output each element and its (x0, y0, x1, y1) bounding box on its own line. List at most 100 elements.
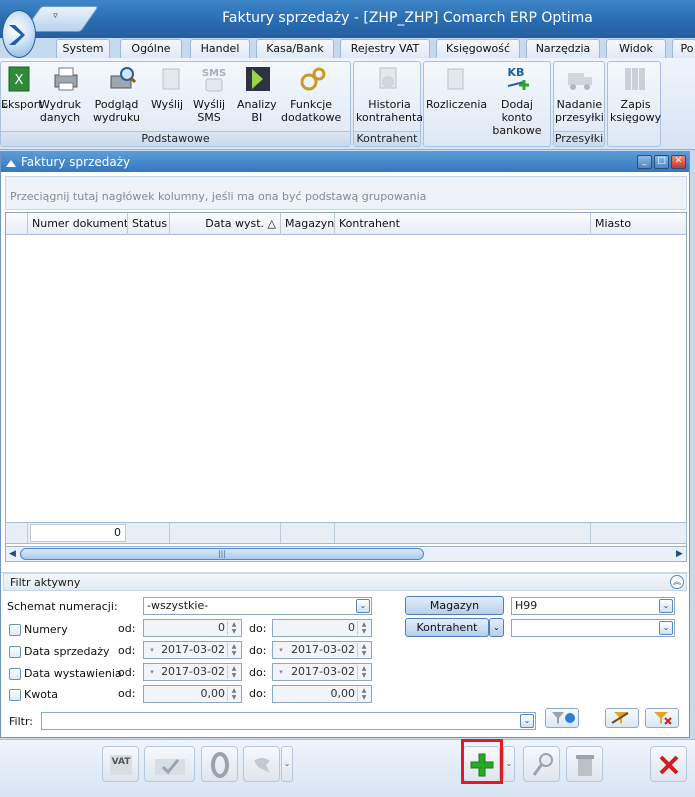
vat-icon: VAT (110, 755, 132, 775)
tab-rejestry-vat[interactable]: Rejestry VAT (340, 39, 430, 58)
filter-builder-button[interactable] (605, 708, 639, 728)
filtr-input[interactable]: ⌄ (41, 712, 536, 730)
kontrahent-dropdown-icon[interactable]: ⌄ (489, 618, 504, 637)
data-wystawienia-checkbox[interactable] (9, 668, 21, 680)
tab-handel[interactable]: Handel (190, 39, 250, 58)
vat-button[interactable]: VAT (102, 746, 139, 782)
close-window-button[interactable]: ✕ (671, 155, 686, 169)
vat-icon-text: VAT (112, 757, 132, 767)
filter-remove-button[interactable] (645, 708, 679, 728)
cycle-button[interactable] (201, 746, 238, 782)
maximize-button[interactable]: □ (654, 155, 669, 169)
analizy-bi-label: Analizy BI (237, 98, 277, 124)
group-label-podstawowe: Podstawowe (1, 131, 350, 146)
tools-button[interactable] (243, 746, 280, 782)
do-label: do: (249, 622, 267, 635)
column-data-wyst[interactable]: Data wyst. △ (170, 213, 281, 235)
data-sprzedazy-checkbox[interactable] (9, 646, 21, 658)
magazyn-select[interactable]: H99 ⌄ (511, 597, 675, 615)
dodaj-konto-button[interactable]: KB Dodaj konto bankowe (484, 64, 550, 137)
app-menu-button[interactable] (2, 10, 36, 58)
grid-summary-row: 0 (5, 522, 687, 544)
historia-kontrahenta-button[interactable]: Historia kontrahenta (356, 64, 423, 132)
filter-clear-button[interactable] (545, 708, 579, 728)
edit-button[interactable] (523, 746, 560, 782)
tab-widok[interactable]: Widok (606, 39, 666, 58)
wyslij-label: Wyślij (151, 98, 184, 111)
calendar-icon: ▾ (279, 646, 283, 654)
horizontal-scrollbar[interactable]: ◀ ||| ▶ (5, 546, 687, 562)
delete-button[interactable] (566, 746, 603, 782)
eksport-button[interactable]: X Eksport ⌄ (1, 64, 43, 132)
send-document-icon (162, 68, 180, 90)
trash-icon (576, 755, 594, 776)
spinner-icon: ▲ ▼ (357, 665, 370, 679)
kontrahent-button[interactable]: Kontrahent (405, 618, 489, 637)
tab-more[interactable]: Po (672, 39, 695, 58)
tab-kasa-bank[interactable]: Kasa/Bank (256, 39, 334, 58)
column-kontrahent[interactable]: Kontrahent (335, 213, 591, 235)
filter-tools-icon (611, 712, 629, 724)
spinner-icon: ▲ ▼ (227, 687, 240, 701)
zapis-ksiegowy-label: Zapis księgowy (610, 98, 662, 124)
kb-icon-text: KB (508, 66, 525, 79)
numery-from-field: 0 ▲ ▼ (143, 619, 242, 637)
magazyn-button[interactable]: Magazyn (405, 596, 504, 615)
calendar-icon: ▾ (279, 668, 283, 676)
od-label: od: (118, 666, 136, 679)
numery-to-value: 0 (348, 621, 355, 634)
magnifier-icon (532, 753, 553, 776)
funkcje-dodatkowe-button[interactable]: Funkcje dodatkowe (281, 64, 345, 132)
wyslij-sms-button[interactable]: SMS Wyślij SMS (193, 64, 235, 132)
close-button[interactable] (650, 746, 687, 782)
chevron-down-icon[interactable]: ⌄ (659, 599, 673, 613)
wrench-icon (254, 758, 270, 773)
column-indicator[interactable] (6, 213, 28, 235)
chevron-down-icon[interactable]: ⌄ (356, 599, 370, 613)
tab-ogolne[interactable]: Ogólne (120, 39, 182, 58)
scroll-left-icon[interactable]: ◀ (6, 548, 19, 560)
numery-checkbox[interactable] (9, 624, 21, 636)
chevron-down-icon: ⌄ (1, 98, 11, 111)
menu-bar: System Ogólne Handel Kasa/Bank Rejestry … (0, 38, 695, 58)
minimize-button[interactable]: _ (637, 155, 652, 169)
approve-button[interactable] (144, 746, 195, 782)
data-sprzedazy-from-value: 2017-03-02 (161, 643, 225, 656)
window-title: Faktury sprzedaży - [ZHP_ZHP] Comarch ER… (222, 10, 593, 26)
column-miasto[interactable]: Miasto (591, 213, 686, 235)
scroll-right-icon[interactable]: ▶ (673, 548, 686, 560)
nadanie-przesylki-button[interactable]: Nadanie przesyłki (555, 64, 605, 132)
wydruk-danych-button[interactable]: Wydruk danych (39, 64, 93, 132)
collapse-up-icon[interactable]: ︽ (670, 575, 684, 589)
chevron-down-icon[interactable]: ⌄ (659, 621, 673, 635)
kontrahent-select[interactable]: ⌄ (511, 619, 675, 637)
tab-system[interactable]: System (56, 39, 110, 58)
cycle-icon (211, 752, 229, 778)
tab-narzedzia[interactable]: Narzędzia (526, 39, 600, 58)
tab-ksiegowosc[interactable]: Księgowość (436, 39, 520, 58)
bank-account-add-icon: KB (508, 66, 529, 90)
grid-header: Numer dokumentu Status Data wyst. △ Maga… (6, 213, 686, 235)
chevron-down-icon[interactable]: ⌄ (520, 714, 534, 728)
add-dropdown-icon[interactable]: ⌄ (503, 746, 515, 782)
spinner-icon: ▲ ▼ (357, 687, 370, 701)
column-status[interactable]: Status (128, 213, 170, 235)
scroll-thumb[interactable]: ||| (20, 548, 424, 560)
rozliczenia-button[interactable]: Rozliczenia (426, 64, 487, 132)
analizy-bi-button[interactable]: Analizy BI (237, 64, 279, 132)
kwota-checkbox[interactable] (9, 689, 21, 701)
schemat-numeracji-select[interactable]: -wszystkie- ⌄ (143, 597, 372, 615)
calendar-icon: ▾ (150, 646, 154, 654)
filter-header: Filtr aktywny ︽ (3, 573, 687, 591)
column-numer-dokumentu[interactable]: Numer dokumentu (28, 213, 128, 235)
podglad-wydruku-button[interactable]: Podgląd wydruku (93, 64, 151, 132)
invoice-grid[interactable]: Numer dokumentu Status Data wyst. △ Maga… (5, 212, 687, 562)
tools-dropdown-icon[interactable]: ⌄ (281, 746, 293, 782)
do-label: do: (249, 666, 267, 679)
group-by-drop-zone[interactable]: Przeciągnij tutaj nagłówek kolumny, jeśl… (5, 176, 687, 210)
column-magazyn[interactable]: Magazyn (281, 213, 335, 235)
document-window: Faktury sprzedaży _ □ ✕ Przeciągnij tuta… (0, 151, 690, 738)
wyslij-button[interactable]: Wyślij (151, 64, 191, 132)
zapis-ksiegowy-button[interactable]: Zapis księgowy (610, 64, 662, 132)
optima-logo-icon (9, 25, 25, 45)
